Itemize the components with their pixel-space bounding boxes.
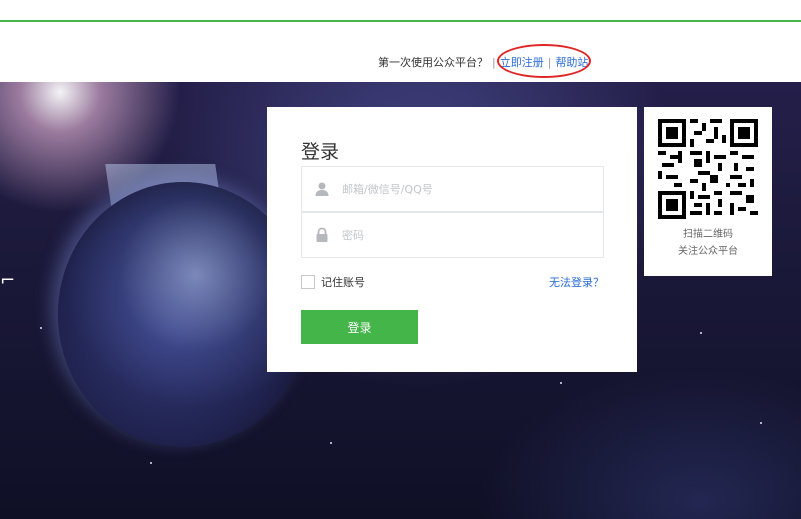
star (760, 422, 762, 424)
qr-code-image (658, 119, 758, 219)
first-time-text: 第一次使用公众平台？ (378, 56, 488, 69)
qr-panel: 扫描二维码 关注公众平台 (644, 107, 772, 276)
remember-label: 记住账号 (321, 276, 365, 289)
partial-heading-glyph: ⌐ (0, 270, 16, 291)
qr-caption-line1: 扫描二维码 (683, 229, 733, 240)
qr-caption-line2: 关注公众平台 (678, 246, 738, 257)
forgot-login-link[interactable]: 无法登录？ (549, 274, 604, 290)
login-page: 第一次使用公众平台？ | 立即注册 | 帮助站 ⌐ 登录 邮箱/微信号/QQ号 … (0, 0, 801, 519)
password-input[interactable] (342, 213, 603, 257)
lock-icon (302, 212, 342, 258)
user-icon (302, 166, 342, 212)
star (150, 462, 152, 464)
login-button[interactable]: 登录 (301, 310, 418, 344)
highlight-annotation-ellipse (497, 44, 591, 78)
login-title: 登录 (301, 141, 340, 163)
username-field[interactable] (301, 166, 604, 212)
separator: | (492, 55, 496, 69)
password-field[interactable] (301, 212, 604, 258)
username-input[interactable] (342, 167, 603, 211)
star (700, 332, 702, 334)
login-panel: 登录 记住账号 无法登录？ 登录 (267, 107, 637, 372)
remember-account[interactable]: 记住账号 (301, 274, 365, 290)
header-accent-line (0, 20, 801, 22)
remember-checkbox[interactable] (301, 275, 315, 289)
star (330, 442, 332, 444)
star (40, 327, 42, 329)
star (560, 382, 562, 384)
